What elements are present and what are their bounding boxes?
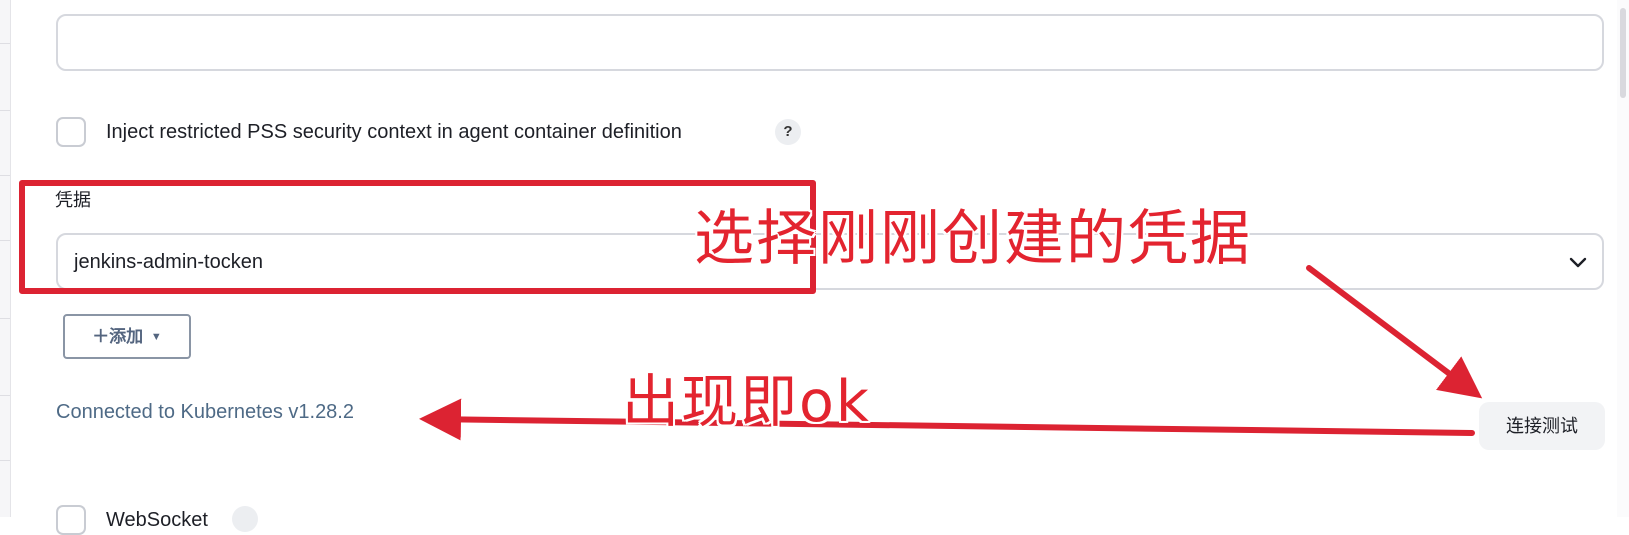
annotation-select-hint: 选择刚刚创建的凭据 — [694, 204, 1252, 274]
annotation-ok-hint: 出现即ok — [622, 369, 871, 435]
arrow-to-status — [419, 398, 1475, 441]
arrow-to-test-button — [1306, 265, 1483, 399]
